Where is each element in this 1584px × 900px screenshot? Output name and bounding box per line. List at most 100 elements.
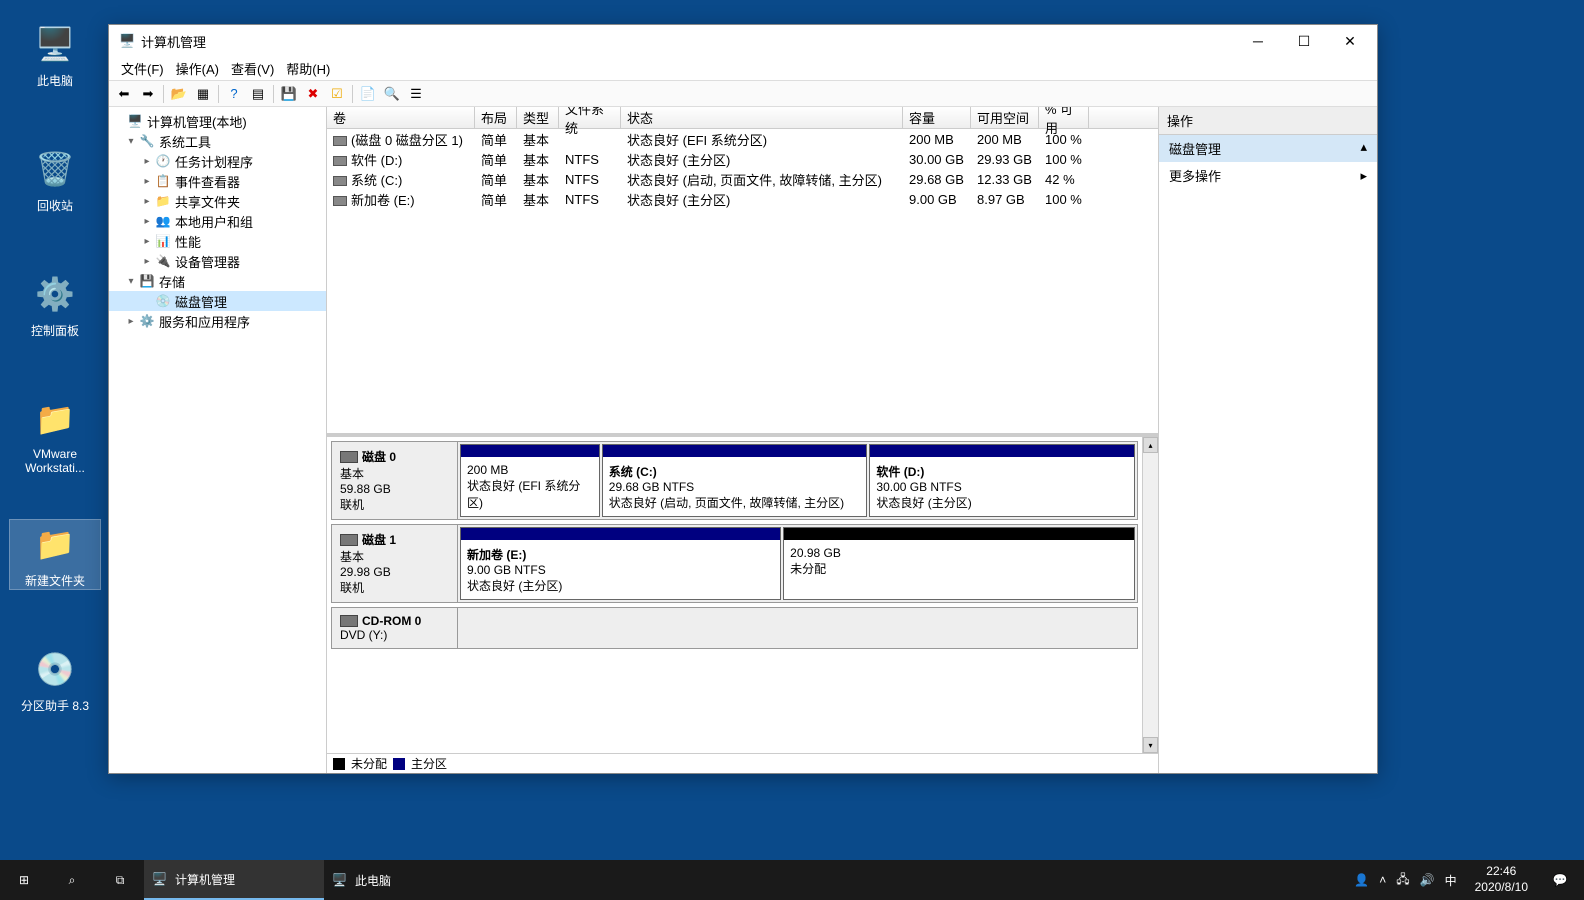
check-button[interactable]: ☑ bbox=[326, 83, 348, 105]
tray-chevron-icon[interactable]: ˄ bbox=[1379, 873, 1386, 887]
content-area: 🖥️计算机管理(本地) ▾🔧系统工具 ▸🕐任务计划程序▸📋事件查看器▸📁共享文件… bbox=[109, 107, 1377, 773]
icon-label: 新建文件夹 bbox=[10, 572, 100, 589]
legend-primary: 主分区 bbox=[411, 755, 447, 772]
drive-button[interactable]: 💾 bbox=[278, 83, 300, 105]
desktop-icon[interactable]: 📁 新建文件夹 bbox=[10, 520, 100, 589]
col-layout[interactable]: 布局 bbox=[475, 107, 517, 128]
close-button[interactable]: ✕ bbox=[1327, 26, 1373, 56]
icon: 🗑️ bbox=[31, 145, 79, 193]
ime-icon[interactable]: 中 bbox=[1445, 872, 1457, 889]
search-button[interactable]: 🔍 bbox=[381, 83, 403, 105]
col-type[interactable]: 类型 bbox=[517, 107, 559, 128]
partition[interactable]: 200 MB状态良好 (EFI 系统分区) bbox=[460, 444, 600, 517]
icon-label: 此电脑 bbox=[10, 72, 100, 89]
icon-label: 分区助手 8.3 bbox=[10, 697, 100, 714]
help-button[interactable]: ? bbox=[223, 83, 245, 105]
volume-row[interactable]: 新加卷 (E:)简单基本NTFS状态良好 (主分区)9.00 GB8.97 GB… bbox=[327, 189, 1158, 209]
desktop-icon[interactable]: 📁VMware Workstati... bbox=[10, 395, 100, 475]
disk-graphical-view: 磁盘 0基本59.88 GB联机200 MB状态良好 (EFI 系统分区)系统 … bbox=[327, 437, 1158, 753]
delete-button[interactable]: ✖ bbox=[302, 83, 324, 105]
main-pane: 卷 布局 类型 文件系统 状态 容量 可用空间 % 可用 (磁盘 0 磁盘分区 … bbox=[327, 107, 1159, 773]
volume-icon[interactable]: 🔊 bbox=[1420, 873, 1435, 887]
actions-section[interactable]: 磁盘管理▴ bbox=[1159, 135, 1377, 162]
col-pct[interactable]: % 可用 bbox=[1039, 107, 1089, 128]
new-button[interactable]: 📄 bbox=[357, 83, 379, 105]
col-volume[interactable]: 卷 bbox=[327, 107, 475, 128]
legend-unallocated-icon bbox=[333, 758, 345, 770]
tree-item[interactable]: ▸📋事件查看器 bbox=[109, 171, 326, 191]
desktop-icon[interactable]: ⚙️ 控制面板 bbox=[10, 270, 100, 339]
menu-action[interactable]: 操作(A) bbox=[170, 57, 225, 80]
volume-row[interactable]: 软件 (D:)简单基本NTFS状态良好 (主分区)30.00 GB29.93 G… bbox=[327, 149, 1158, 169]
volume-row[interactable]: (磁盘 0 磁盘分区 1)简单基本状态良好 (EFI 系统分区)200 MB20… bbox=[327, 129, 1158, 149]
col-status[interactable]: 状态 bbox=[621, 107, 903, 128]
folder-button[interactable]: 📂 bbox=[168, 83, 190, 105]
disk-info[interactable]: 磁盘 0基本59.88 GB联机 bbox=[332, 442, 458, 519]
partition[interactable]: 新加卷 (E:)9.00 GB NTFS状态良好 (主分区) bbox=[460, 527, 781, 600]
volume-row[interactable]: 系统 (C:)简单基本NTFS状态良好 (启动, 页面文件, 故障转储, 主分区… bbox=[327, 169, 1158, 189]
partition[interactable]: 系统 (C:)29.68 GB NTFS状态良好 (启动, 页面文件, 故障转储… bbox=[602, 444, 868, 517]
scrollbar[interactable]: ▴ ▾ bbox=[1142, 437, 1158, 753]
volume-header: 卷 布局 类型 文件系统 状态 容量 可用空间 % 可用 bbox=[327, 107, 1158, 129]
icon-label: 回收站 bbox=[10, 197, 100, 214]
tree-disk-management[interactable]: 💿磁盘管理 bbox=[109, 291, 326, 311]
search-button-taskbar[interactable]: ⌕ bbox=[48, 860, 96, 900]
desktop-icon[interactable]: 🗑️ 回收站 bbox=[10, 145, 100, 214]
actions-header: 操作 bbox=[1159, 107, 1377, 135]
icon: ⚙️ bbox=[31, 270, 79, 318]
people-icon[interactable]: 👤 bbox=[1354, 873, 1369, 887]
volume-list: 卷 布局 类型 文件系统 状态 容量 可用空间 % 可用 (磁盘 0 磁盘分区 … bbox=[327, 107, 1158, 437]
maximize-button[interactable]: ☐ bbox=[1281, 26, 1327, 56]
scroll-down[interactable]: ▾ bbox=[1143, 737, 1158, 753]
legend: 未分配 主分区 bbox=[327, 753, 1158, 773]
taskbar-clock[interactable]: 22:46 2020/8/10 bbox=[1467, 864, 1536, 895]
disk-info[interactable]: 磁盘 1基本29.98 GB联机 bbox=[332, 525, 458, 602]
notifications-button[interactable]: 💬 bbox=[1536, 860, 1584, 900]
actions-more[interactable]: 更多操作▸ bbox=[1159, 162, 1377, 189]
desktop-icon[interactable]: 🖥️此电脑 bbox=[10, 20, 100, 89]
scroll-up[interactable]: ▴ bbox=[1143, 437, 1158, 453]
disk-row: 磁盘 1基本29.98 GB联机新加卷 (E:)9.00 GB NTFS状态良好… bbox=[331, 524, 1138, 603]
partition[interactable]: 软件 (D:)30.00 GB NTFS状态良好 (主分区) bbox=[869, 444, 1135, 517]
start-button[interactable]: ⊞ bbox=[0, 860, 48, 900]
tree-item[interactable]: ▸👥本地用户和组 bbox=[109, 211, 326, 231]
menu-view[interactable]: 查看(V) bbox=[225, 57, 280, 80]
icon-label: VMware Workstati... bbox=[10, 447, 100, 475]
forward-button[interactable]: ➡ bbox=[137, 83, 159, 105]
col-free[interactable]: 可用空间 bbox=[971, 107, 1039, 128]
tree-system-tools[interactable]: ▾🔧系统工具 bbox=[109, 131, 326, 151]
network-icon[interactable]: 🖧 bbox=[1396, 870, 1409, 891]
task-view-button[interactable]: ⧉ bbox=[96, 860, 144, 900]
col-cap[interactable]: 容量 bbox=[903, 107, 971, 128]
tree-item[interactable]: ▸🕐任务计划程序 bbox=[109, 151, 326, 171]
tree-storage[interactable]: ▾💾存储 bbox=[109, 271, 326, 291]
grid-button[interactable]: ▦ bbox=[192, 83, 214, 105]
icon: 💿 bbox=[31, 645, 79, 693]
taskbar-app-computer-management[interactable]: 🖥️计算机管理 bbox=[144, 860, 324, 900]
system-tray[interactable]: 👤 ˄ 🖧 🔊 中 bbox=[1344, 870, 1466, 891]
props-button[interactable]: ☰ bbox=[405, 83, 427, 105]
icon: 📁 bbox=[31, 520, 79, 568]
tree-root[interactable]: 🖥️计算机管理(本地) bbox=[109, 111, 326, 131]
icon-label: 控制面板 bbox=[10, 322, 100, 339]
taskbar: ⊞ ⌕ ⧉ 🖥️计算机管理 🖥️此电脑 👤 ˄ 🖧 🔊 中 22:46 2020… bbox=[0, 860, 1584, 900]
disk-row: CD-ROM 0DVD (Y:) bbox=[331, 607, 1138, 649]
taskbar-app-this-pc[interactable]: 🖥️此电脑 bbox=[324, 860, 504, 900]
desktop-icon[interactable]: 💿 分区助手 8.3 bbox=[10, 645, 100, 714]
col-fs[interactable]: 文件系统 bbox=[559, 107, 621, 128]
list-button[interactable]: ▤ bbox=[247, 83, 269, 105]
menu-help[interactable]: 帮助(H) bbox=[280, 57, 336, 80]
titlebar[interactable]: 🖥️ 计算机管理 ─ ☐ ✕ bbox=[109, 25, 1377, 57]
tree-item[interactable]: ▸🔌设备管理器 bbox=[109, 251, 326, 271]
legend-primary-icon bbox=[393, 758, 405, 770]
tree-item[interactable]: ▸📁共享文件夹 bbox=[109, 191, 326, 211]
tree-services[interactable]: ▸⚙️服务和应用程序 bbox=[109, 311, 326, 331]
app-icon: 🖥️ bbox=[332, 873, 347, 887]
tree-item[interactable]: ▸📊性能 bbox=[109, 231, 326, 251]
minimize-button[interactable]: ─ bbox=[1235, 26, 1281, 56]
actions-pane: 操作 磁盘管理▴ 更多操作▸ bbox=[1159, 107, 1377, 773]
partition[interactable]: 20.98 GB未分配 bbox=[783, 527, 1135, 600]
menu-file[interactable]: 文件(F) bbox=[115, 57, 170, 80]
back-button[interactable]: ⬅ bbox=[113, 83, 135, 105]
disk-info[interactable]: CD-ROM 0DVD (Y:) bbox=[332, 608, 458, 648]
